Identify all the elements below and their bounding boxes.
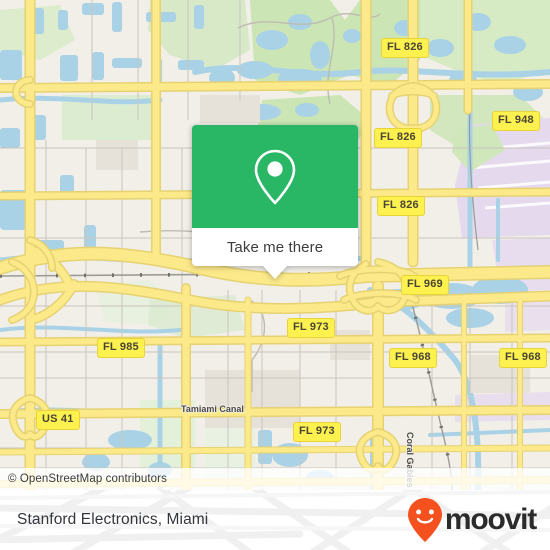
road-shield: FL 826: [381, 38, 429, 58]
moovit-location-card: FL 826 FL 948 FL 826 FL 826 FL 969 FL 973 FL 9…: [0, 0, 550, 550]
moovit-logo[interactable]: moovit: [406, 497, 537, 543]
road-shield: US 41: [36, 410, 80, 430]
take-me-there-label: Take me there: [226, 238, 324, 256]
map-canvas[interactable]: FL 826 FL 948 FL 826 FL 826 FL 969 FL 973 FL 9…: [0, 0, 550, 490]
road-shield: FL 973: [287, 318, 335, 338]
popup-pointer: [262, 265, 288, 279]
road-shield: FL 826: [377, 196, 425, 216]
popup-header: [192, 125, 358, 228]
road-shield: FL 968: [389, 348, 437, 368]
road-shield: FL 948: [492, 111, 540, 131]
map-pin-icon: [254, 149, 296, 204]
osm-attribution-bar: © OpenStreetMap contributors: [0, 468, 550, 490]
moovit-smiley-pin-icon: [407, 498, 442, 542]
popup-action-bar[interactable]: Take me there: [192, 228, 358, 266]
road-shield: FL 826: [374, 128, 422, 148]
location-title: Stanford Electronics, Miami: [17, 511, 209, 528]
take-me-there-popup[interactable]: Take me there: [192, 125, 358, 279]
road-shield: FL 969: [401, 275, 449, 295]
moovit-wordmark: moovit: [444, 503, 537, 536]
road-shield: FL 968: [499, 348, 547, 368]
road-shield: FL 985: [97, 338, 145, 358]
road-shield: FL 973: [293, 422, 341, 442]
map-feature-label: Tamiami Canal: [181, 404, 244, 414]
footer-bar: Stanford Electronics, Miami moovit: [0, 490, 550, 550]
osm-attribution-text[interactable]: © OpenStreetMap contributors: [8, 473, 167, 485]
